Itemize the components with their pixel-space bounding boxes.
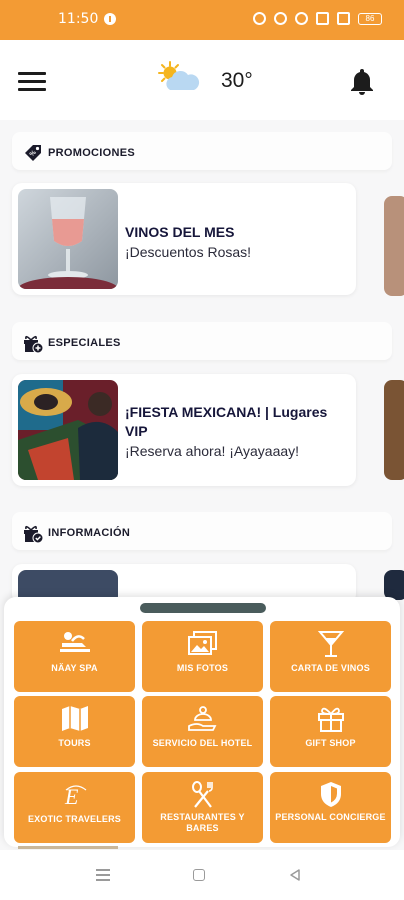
next-card-preview[interactable] <box>384 570 404 600</box>
status-time: 11:50 <box>58 11 99 27</box>
photos-icon <box>187 631 217 655</box>
section-title-label: INFORMACIÓN <box>48 527 131 539</box>
tile-restaurantes-y-bares[interactable]: RESTAURANTES Y BARES <box>142 772 263 843</box>
system-nav-bar <box>0 850 404 900</box>
tile-label: TOURS <box>58 738 91 748</box>
gift-check-icon <box>24 525 44 544</box>
tile-label: GIFT SHOP <box>305 738 356 748</box>
tile-label: PERSONAL CONCIERGE <box>275 812 386 822</box>
card-title: VINOS DEL MES <box>125 224 235 240</box>
home-icon[interactable] <box>193 869 205 881</box>
bell-icon[interactable] <box>348 66 376 96</box>
tile-label: NÄAY SPA <box>51 663 98 673</box>
back-icon[interactable] <box>288 868 302 882</box>
signal-icon <box>316 12 329 25</box>
mute-icon <box>274 12 287 25</box>
section-title-informacion: INFORMACIÓN <box>22 520 130 546</box>
card-subtitle: ¡Reserva ahora! ¡Ayayaaay! <box>125 443 300 459</box>
tile-personal-concierge[interactable]: PERSONAL CONCIERGE <box>270 772 391 843</box>
tile-exotic-travelers[interactable]: E EXOTIC TRAVELERS <box>14 772 135 843</box>
section-title-label: ESPECIALES <box>48 337 121 349</box>
app-header: 30° <box>0 40 404 120</box>
next-card-preview[interactable] <box>384 380 404 480</box>
tile-label: EXOTIC TRAVELERS <box>27 814 122 824</box>
tile-gift-shop[interactable]: GIFT SHOP <box>270 696 391 767</box>
tile-label: RESTAURANTES Y BARES <box>160 812 245 833</box>
especiales-card[interactable]: ¡FIESTA MEXICANA! | Lugares VIP ¡Reserva… <box>12 374 356 486</box>
status-bar: 11:50 86 <box>0 0 404 40</box>
underlying-card-edge <box>18 846 118 849</box>
wifi-icon <box>295 12 308 25</box>
partly-sunny-icon <box>156 60 200 94</box>
massage-icon <box>59 632 90 652</box>
section-title-label: PROMOCIONES <box>48 147 136 159</box>
gift-icon <box>317 707 344 732</box>
card-title: ¡FIESTA MEXICANA! | Lugares VIP <box>125 404 328 439</box>
tile-label: CARTA DE VINOS <box>291 663 370 673</box>
tile-naay-spa[interactable]: NÄAY SPA <box>14 621 135 692</box>
card-subtitle: ¡Descuentos Rosas! <box>125 244 252 260</box>
tile-label: MIS FOTOS <box>176 663 229 673</box>
et-logo-icon: E <box>64 784 86 809</box>
promo-card[interactable]: VINOS DEL MES ¡Descuentos Rosas! <box>12 183 356 295</box>
signal-2-icon <box>337 12 350 25</box>
section-title-promociones: % PROMOCIONES <box>22 140 135 166</box>
tile-label: SERVICIO DEL HOTEL <box>152 738 253 748</box>
cocktail-glass-icon <box>317 631 344 657</box>
drag-handle[interactable] <box>140 603 266 613</box>
fork-spoon-icon <box>191 781 213 808</box>
section-title-especiales: ESPECIALES <box>22 330 121 356</box>
next-card-preview[interactable] <box>384 196 404 296</box>
gift-add-icon <box>24 335 44 354</box>
temperature: 30° <box>221 69 253 92</box>
mariachi-image <box>18 380 118 480</box>
alarm-icon <box>253 12 266 25</box>
tile-tours[interactable]: TOURS <box>14 696 135 767</box>
tile-servicio-del-hotel[interactable]: SERVICIO DEL HOTEL <box>142 696 263 767</box>
quick-menu-sheet: NÄAY SPA MIS FOTOS CARTA DE VINOS TOURS <box>4 597 400 847</box>
concierge-shield-icon <box>320 782 341 807</box>
tile-mis-fotos[interactable]: MIS FOTOS <box>142 621 263 692</box>
price-tag-icon: % <box>25 145 41 161</box>
wine-glass-image <box>18 189 118 289</box>
battery-icon: 86 <box>358 12 382 25</box>
recent-apps-icon[interactable] <box>96 869 110 881</box>
notification-dot-icon <box>104 13 116 25</box>
room-service-icon <box>187 706 216 731</box>
hamburger-icon[interactable] <box>18 72 46 91</box>
map-icon <box>61 706 88 731</box>
system-icons: 86 <box>253 12 382 25</box>
tile-carta-de-vinos[interactable]: CARTA DE VINOS <box>270 621 391 692</box>
svg-text:E: E <box>64 784 79 809</box>
